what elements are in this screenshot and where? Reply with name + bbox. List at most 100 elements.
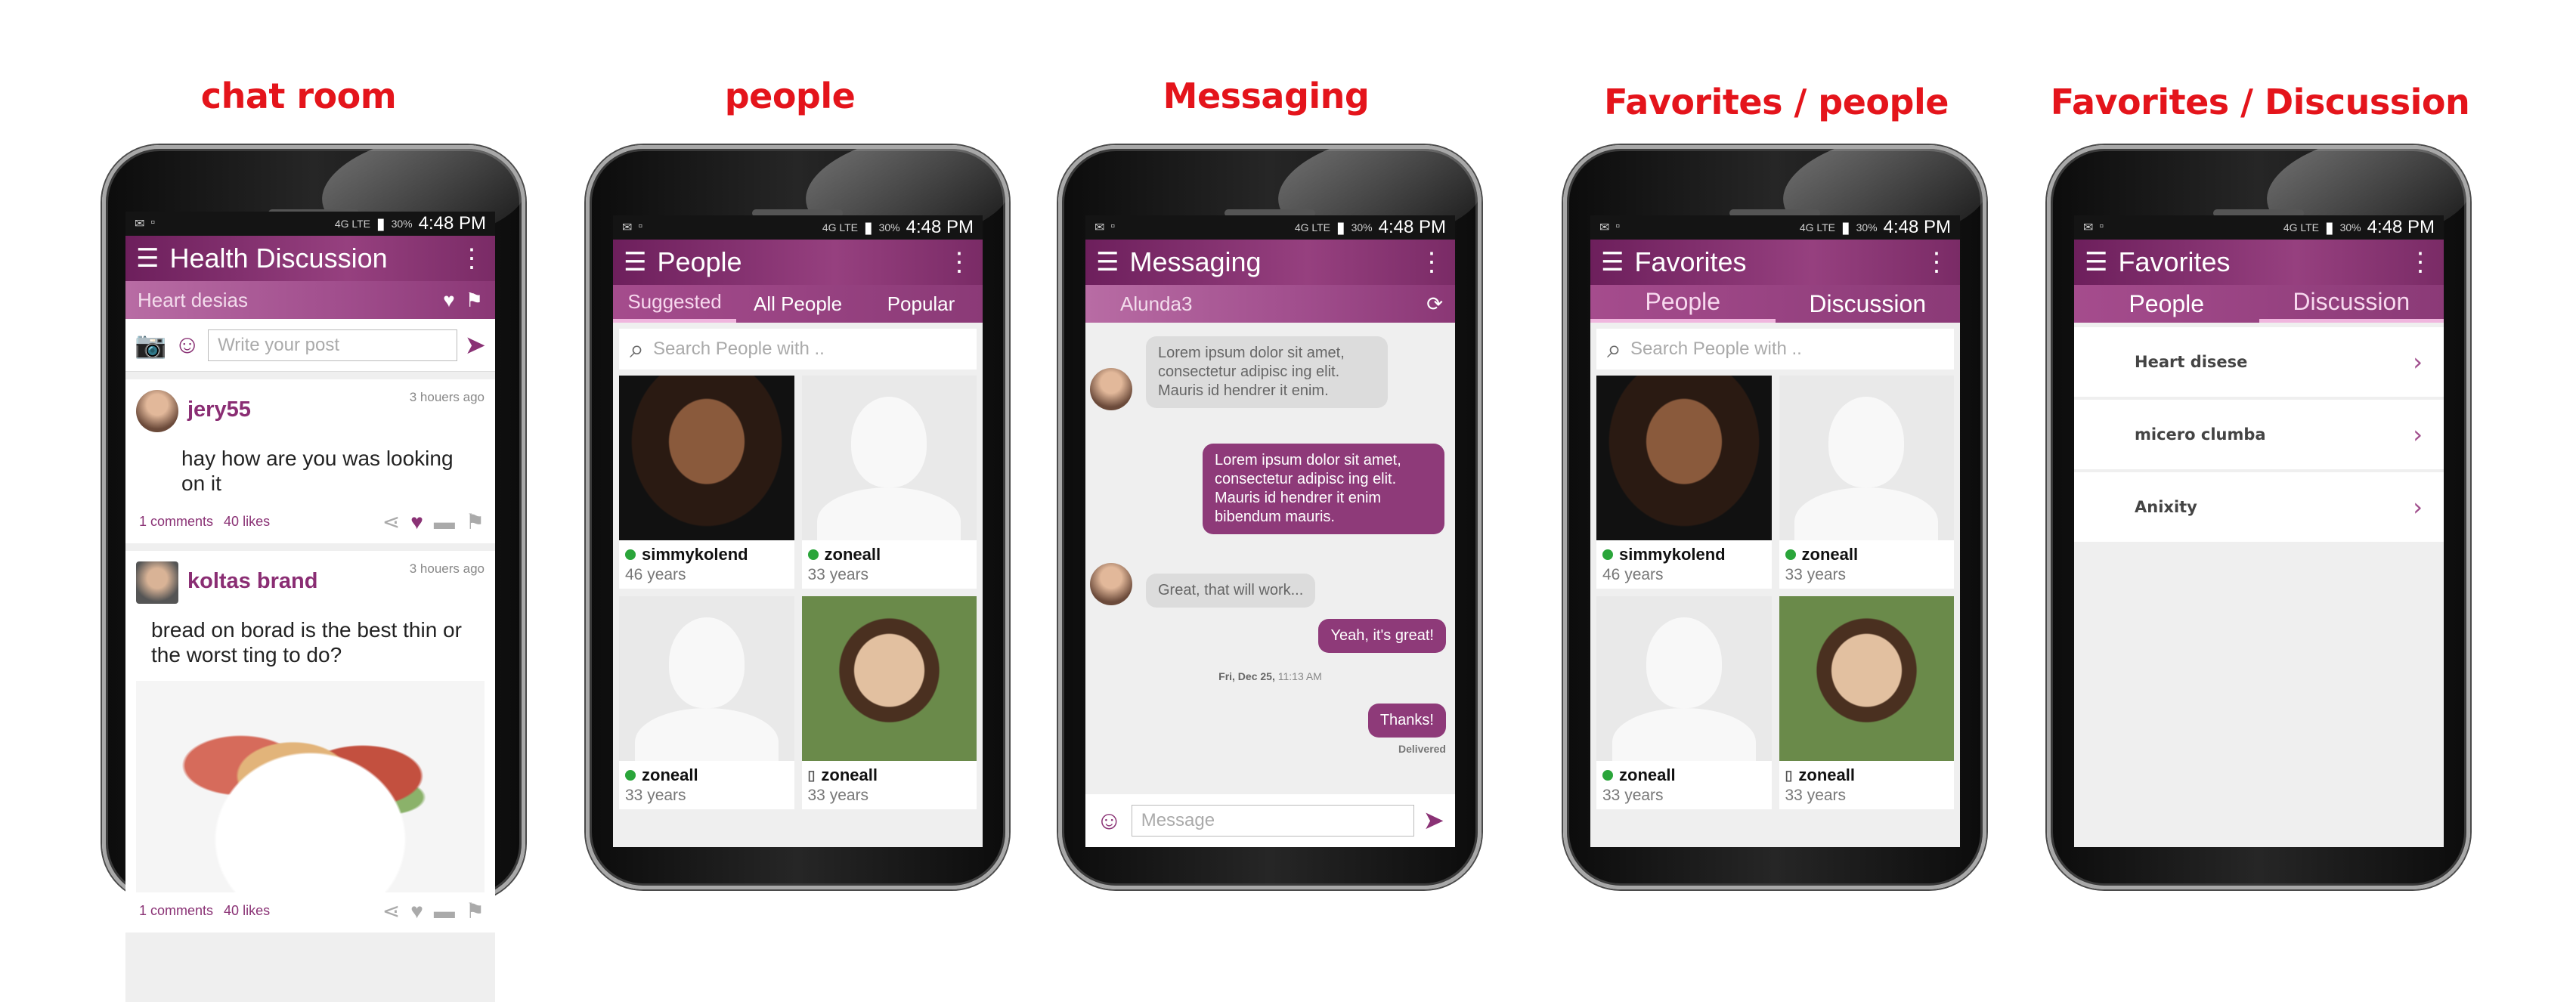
likes-count[interactable]: 40 likes (224, 903, 270, 919)
share-icon[interactable]: ⋖ (382, 898, 400, 923)
topic-label: Heart desias (138, 288, 248, 311)
person-card[interactable]: simmykolend 46 years (619, 376, 794, 589)
tab-people[interactable]: People (2074, 285, 2259, 323)
avatar[interactable] (136, 390, 178, 432)
post-author[interactable]: koltas brand (187, 569, 317, 594)
heart-icon[interactable]: ♥ (443, 289, 454, 312)
overflow-menu-icon[interactable]: ⋮ (1924, 247, 1949, 277)
menu-icon[interactable]: ☰ (1601, 249, 1624, 275)
overflow-menu-icon[interactable]: ⋮ (946, 247, 972, 277)
menu-icon[interactable]: ☰ (136, 246, 159, 271)
heading-chat-room: chat room (200, 76, 397, 116)
likes-count[interactable]: 40 likes (224, 514, 270, 530)
discussion-list: Heart disese › micero clumba › Anixity › (2074, 323, 2444, 542)
tab-all-people[interactable]: All People (736, 285, 859, 323)
heading-people: people (724, 76, 856, 116)
comments-link[interactable]: 1 comments (139, 514, 213, 530)
post-input[interactable]: Write your post (208, 329, 457, 361)
online-indicator (1602, 770, 1613, 781)
overflow-menu-icon[interactable]: ⋮ (1419, 247, 1444, 277)
menu-icon[interactable]: ☰ (2085, 249, 2107, 275)
send-icon[interactable]: ➤ (1423, 806, 1445, 836)
heart-icon[interactable]: ♥ (410, 899, 423, 923)
post-image[interactable] (136, 681, 485, 892)
post-author[interactable]: jery55 (187, 397, 251, 422)
search-bar[interactable]: ⌕ Search People with .. (1596, 329, 1954, 370)
comment-icon[interactable]: ▬ (434, 510, 455, 534)
search-input[interactable]: Search People with .. (1630, 339, 1802, 360)
screen-favorites-discussion: ✉ ▫ 4G LTE ▮ 30% 4:48 PM ☰ Favorites ⋮ Pe… (2074, 215, 2444, 847)
online-indicator (625, 549, 636, 560)
overflow-menu-icon[interactable]: ⋮ (459, 243, 485, 274)
person-card[interactable]: simmykolend 46 years (1596, 376, 1772, 589)
tab-suggested[interactable]: Suggested (613, 285, 736, 323)
comments-link[interactable]: 1 comments (139, 903, 213, 919)
message-outgoing: Yeah, it's great! (1318, 619, 1446, 653)
screen-favorites-people: ✉ ▫ 4G LTE ▮ 30% 4:48 PM ☰ Favorites ⋮ Pe… (1590, 215, 1960, 847)
tab-discussion[interactable]: Discussion (2259, 285, 2444, 323)
status-bar: ✉ ▫ 4G LTE ▮ 30% 4:48 PM (2074, 215, 2444, 240)
list-item[interactable]: Anixity › (2074, 472, 2444, 542)
person-card[interactable]: ▯ zoneall 33 years (801, 596, 977, 809)
person-name: zoneall (1798, 765, 1855, 784)
heading-messaging: Messaging (1163, 76, 1370, 116)
flag-icon[interactable]: ⚑ (466, 898, 485, 923)
tab-popular[interactable]: Popular (859, 285, 983, 323)
heart-icon[interactable]: ♥ (410, 510, 423, 534)
notification-icon: ▫ (150, 216, 156, 229)
notification-icon: ▫ (638, 220, 643, 233)
heading-favorites-people: Favorites / people (1604, 82, 1949, 122)
menu-icon[interactable]: ☰ (624, 249, 646, 275)
online-indicator (807, 549, 819, 560)
screen-people: ✉ ▫ 4G LTE ▮ 30% 4:48 PM ☰ People ⋮ Sugge… (613, 215, 983, 847)
contact-avatar[interactable] (1090, 368, 1132, 410)
mobile-icon: ▯ (807, 767, 816, 783)
send-icon[interactable]: ➤ (465, 330, 487, 360)
flag-icon[interactable]: ⚑ (466, 289, 483, 312)
post-composer: 📷 ☺ Write your post ➤ (125, 319, 495, 372)
message-incoming: Great, that will work... (1146, 574, 1316, 608)
avatar[interactable] (136, 561, 178, 604)
online-indicator (1785, 549, 1796, 560)
search-input[interactable]: Search People with .. (653, 339, 825, 360)
refresh-icon[interactable]: ⟳ (1426, 292, 1443, 316)
person-age: 46 years (1602, 566, 1664, 583)
comment-icon[interactable]: ▬ (434, 899, 455, 923)
person-card[interactable]: zoneall 33 years (619, 596, 794, 809)
person-photo (1779, 596, 1954, 761)
person-photo-placeholder (1596, 596, 1772, 761)
signal-icon: ▮ (864, 218, 873, 237)
overflow-menu-icon[interactable]: ⋮ (2407, 247, 2433, 277)
screen-chat-room: ✉ ▫ 4G LTE ▮ 30% 4:48 PM ☰ Health Discuss… (125, 212, 495, 1002)
search-bar[interactable]: ⌕ Search People with .. (619, 329, 977, 370)
app-bar: ☰ Favorites ⋮ (1590, 240, 1960, 285)
share-icon[interactable]: ⋖ (382, 509, 400, 534)
person-card[interactable]: zoneall 33 years (1596, 596, 1772, 809)
clock: 4:48 PM (2367, 217, 2435, 237)
tab-people[interactable]: People (1590, 285, 1776, 323)
chevron-right-icon: › (2413, 348, 2423, 376)
chevron-right-icon: › (2413, 493, 2423, 521)
person-name: simmykolend (642, 545, 748, 564)
list-item[interactable]: micero clumba › (2074, 400, 2444, 469)
person-name: zoneall (642, 765, 698, 784)
message-composer: ☺ Message ➤ (1085, 794, 1455, 847)
search-icon: ⌕ (1607, 334, 1622, 363)
clock: 4:48 PM (1883, 217, 1951, 237)
menu-icon[interactable]: ☰ (1096, 249, 1119, 275)
camera-icon[interactable]: 📷 (135, 330, 166, 360)
list-item[interactable]: Heart disese › (2074, 327, 2444, 397)
post-meta: 1 comments 40 likes ⋖ ♥ ▬ ⚑ (136, 892, 485, 923)
flag-icon[interactable]: ⚑ (466, 509, 485, 534)
emoji-icon[interactable]: ☺ (174, 330, 200, 360)
contact-name[interactable]: Alunda3 (1098, 292, 1192, 316)
emoji-icon[interactable]: ☺ (1096, 806, 1122, 836)
signal-icon: ▮ (1841, 218, 1850, 237)
contact-avatar[interactable] (1090, 563, 1132, 605)
person-card[interactable]: zoneall 33 years (801, 376, 977, 589)
tab-discussion[interactable]: Discussion (1776, 285, 1961, 323)
message-input[interactable]: Message (1131, 805, 1414, 837)
person-card[interactable]: zoneall 33 years (1779, 376, 1954, 589)
search-icon: ⌕ (630, 334, 645, 363)
person-card[interactable]: ▯ zoneall 33 years (1779, 596, 1954, 809)
